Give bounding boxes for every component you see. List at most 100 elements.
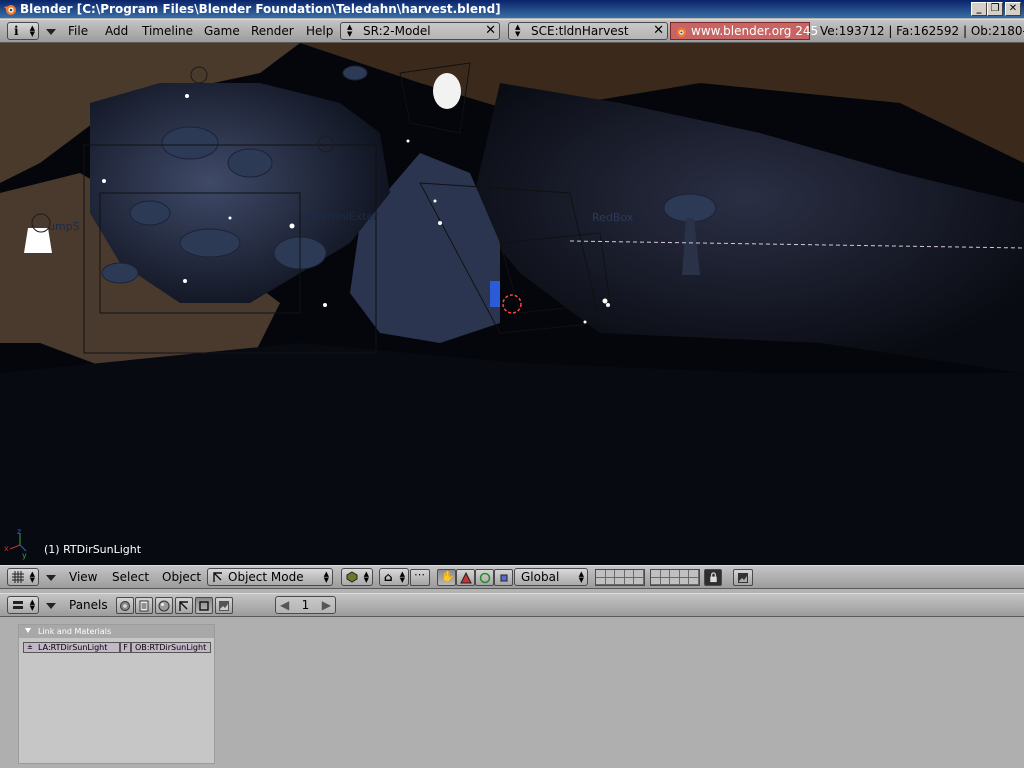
menu-render[interactable]: Render — [251, 20, 294, 42]
menu-help[interactable]: Help — [306, 20, 333, 42]
up-down-arrows-icon: ▲ ▼ — [323, 570, 329, 584]
cave-floor-shadow — [0, 343, 1024, 565]
blender-url-link[interactable]: www.blender.org 245 — [670, 22, 818, 40]
close-window-button[interactable]: ✕ — [1005, 2, 1021, 16]
up-down-arrows-icon: ▲ ▼ — [29, 598, 35, 612]
scene-selector[interactable]: ▲ ▼ SCE:tldnHarvest ✕ — [508, 22, 668, 40]
pivot-icon: ⌂ — [384, 570, 393, 584]
object-name-field[interactable]: OB:RTDirSunLight — [131, 642, 211, 653]
script-icon — [139, 600, 149, 612]
translate-manipulator-button[interactable] — [456, 569, 475, 586]
close-icon: ✕ — [1008, 3, 1018, 14]
menu-game[interactable]: Game — [204, 20, 240, 42]
editing-context-button[interactable] — [195, 597, 213, 614]
render-image-icon — [219, 601, 229, 611]
blender-logo-icon — [4, 5, 16, 15]
menu-object[interactable]: Object — [162, 566, 201, 588]
blender-url[interactable]: www.blender.org 245 — [691, 23, 818, 39]
maximize-button[interactable]: ❐ — [987, 2, 1003, 16]
solid-draw-icon — [346, 571, 358, 583]
menu-select[interactable]: Select — [112, 566, 149, 588]
lamp-datablock-field[interactable]: ± LA:RTDirSunLight — [23, 642, 120, 653]
render-preview-button[interactable] — [733, 569, 753, 586]
layer-buttons-group-2[interactable] — [650, 569, 700, 586]
up-down-arrows-icon: ▲ ▼ — [399, 570, 405, 584]
draw-type-selector[interactable]: ▲ ▼ — [341, 568, 373, 586]
buttons-header: ▲ ▼ Panels ◀ 1 ▶ — [0, 593, 1024, 617]
collapse-menus-icon[interactable] — [46, 29, 56, 35]
screen-selector[interactable]: ▲ ▼ SR:2-Model ✕ — [340, 22, 500, 40]
object-context-button[interactable] — [175, 597, 193, 614]
arrow-right-icon[interactable]: ▶ — [322, 597, 331, 613]
maximize-icon: ❐ — [990, 3, 1000, 14]
panel-header[interactable]: Link and Materials — [19, 625, 214, 638]
editing-square-icon — [199, 601, 209, 611]
menu-timeline[interactable]: Timeline — [142, 20, 193, 42]
editor-type-selector[interactable]: i ▲ ▼ — [7, 22, 39, 40]
scale-manipulator-button[interactable] — [494, 569, 513, 586]
hand-icon: ✋ — [441, 570, 455, 583]
translate-icon — [460, 572, 472, 584]
3d-viewport[interactable]: umpS tewatrlnlExter RedBox z x y (1) RTD… — [0, 43, 1024, 565]
editor-type-selector[interactable]: ▲ ▼ — [7, 568, 39, 586]
align-icon: ⋯ — [414, 568, 425, 581]
mode-selector[interactable]: Object Mode ▲ ▼ — [207, 568, 333, 586]
logic-context-button[interactable] — [116, 597, 134, 614]
link-and-materials-panel: Link and Materials ± LA:RTDirSunLight F … — [18, 624, 215, 764]
rotate-manipulator-button[interactable] — [475, 569, 494, 586]
up-down-arrows-icon: ▲ ▼ — [578, 570, 584, 584]
collapse-panel-icon[interactable] — [25, 628, 31, 633]
panels-menu[interactable]: Panels — [69, 594, 108, 616]
shading-context-button[interactable] — [155, 597, 173, 614]
editor-type-selector[interactable]: ▲ ▼ — [7, 596, 39, 614]
scene-label-right: RedBox — [592, 211, 634, 224]
layer-buttons-group-1[interactable] — [595, 569, 645, 586]
minimize-icon: _ — [976, 3, 982, 14]
manipulator-toggle[interactable]: ✋ — [437, 569, 456, 586]
image-icon — [738, 573, 748, 583]
info-icon: i — [14, 24, 19, 38]
close-icon[interactable]: ✕ — [653, 23, 664, 39]
lock-layers-button[interactable] — [704, 569, 722, 586]
screen-name[interactable]: SR:2-Model — [363, 23, 431, 39]
fake-user-label[interactable]: F — [123, 643, 128, 652]
orientation-value: Global — [521, 570, 560, 584]
align-button[interactable]: ⋯ — [410, 568, 430, 586]
collapse-menus-icon[interactable] — [46, 603, 56, 609]
scene-name[interactable]: SCE:tldnHarvest — [531, 23, 629, 39]
object-mode-icon — [213, 572, 222, 582]
grid-icon — [12, 571, 24, 583]
close-icon[interactable]: ✕ — [485, 23, 496, 39]
up-down-arrows-icon: ▲ ▼ — [29, 570, 35, 584]
object-name[interactable]: OB:RTDirSunLight — [135, 643, 206, 652]
3d-view-header: ▲ ▼ View Select Object Object Mode ▲ ▼ ▲ ▼ … — [0, 565, 1024, 589]
logic-icon — [120, 601, 130, 611]
active-object-label: (1) RTDirSunLight — [44, 543, 142, 556]
scale-icon — [500, 574, 508, 582]
menu-add[interactable]: Add — [105, 20, 128, 42]
up-down-arrows-icon: ± — [27, 643, 33, 651]
script-context-button[interactable] — [135, 597, 153, 614]
fake-user-button[interactable]: F — [120, 642, 131, 653]
rotate-icon — [479, 572, 491, 584]
blender-logo-icon — [676, 27, 687, 38]
up-down-arrows-icon: ▲ ▼ — [347, 23, 353, 38]
menu-file[interactable]: File — [68, 20, 88, 42]
orientation-selector[interactable]: Global ▲ ▼ — [514, 568, 588, 586]
lock-icon — [710, 572, 717, 583]
collapse-menus-icon[interactable] — [46, 575, 56, 581]
object-axes-icon — [179, 601, 188, 611]
menu-view[interactable]: View — [69, 566, 97, 588]
scene-stats: Ve:193712 | Fa:162592 | Ob:2180- — [820, 24, 1024, 38]
scene-context-button[interactable] — [215, 597, 233, 614]
lamp-name[interactable]: LA:RTDirSunLight — [38, 643, 107, 652]
mode-value: Object Mode — [228, 570, 304, 584]
frame-number-field[interactable]: ◀ 1 ▶ — [275, 596, 336, 614]
material-sphere-icon — [158, 600, 170, 612]
selected-object — [490, 281, 500, 307]
viewport-scene: umpS tewatrlnlExter RedBox z x y — [0, 43, 1024, 565]
scene-label-left: umpS — [48, 220, 80, 233]
pivot-selector[interactable]: ⌂ ▲ ▼ — [379, 568, 409, 586]
minimize-button[interactable]: _ — [971, 2, 987, 16]
svg-text:x: x — [4, 544, 9, 553]
